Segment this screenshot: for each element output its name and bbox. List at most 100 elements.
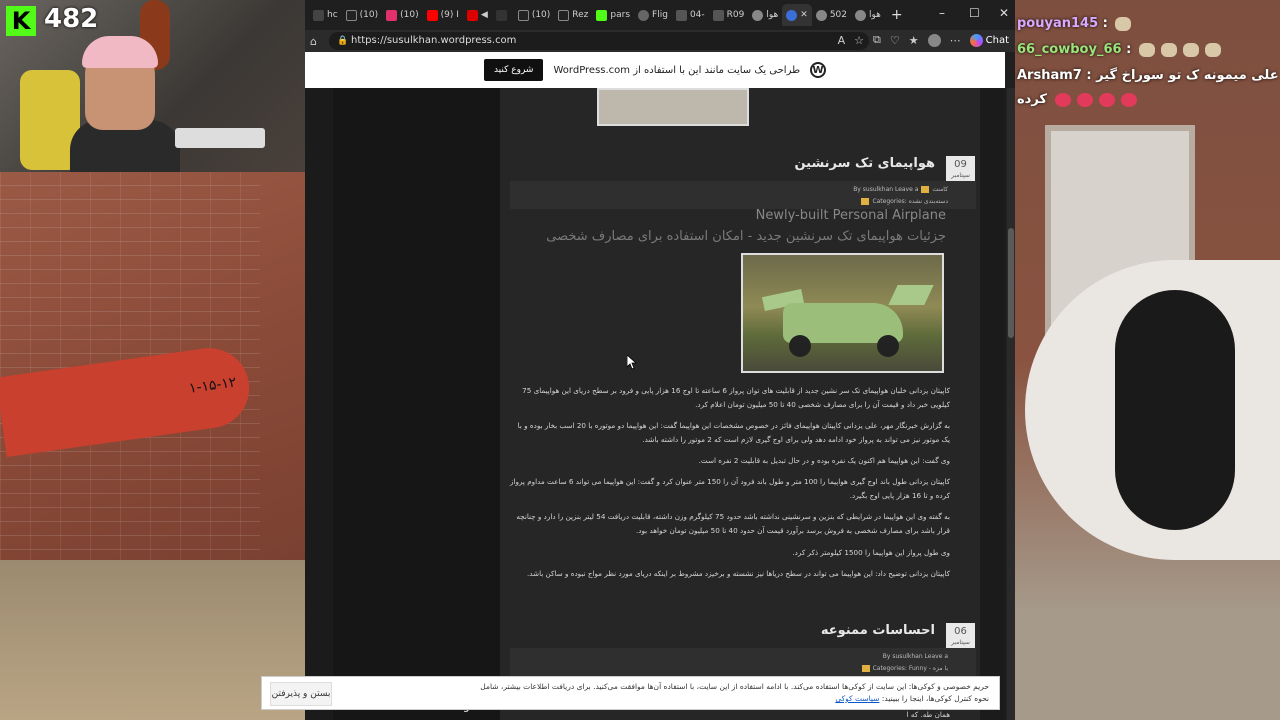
doc-icon [712,9,724,21]
page-scrollbar[interactable] [1007,88,1015,720]
viewer-count: 482 [44,4,99,34]
browser-tab[interactable]: 502 [812,4,851,26]
browser-tab[interactable]: 04- [672,4,709,26]
mouse-cursor-icon [627,355,637,370]
post-english-title: Newly-built Personal Airplane [755,208,946,223]
post-paragraph: کاپیتان یزدانی خلبان هواپیمای تک سر نشین… [522,386,950,409]
browser-tab-active[interactable]: ✕ [782,4,812,26]
more-menu-icon[interactable]: ⋯ [950,34,961,47]
cookie-message: حریم خصوصی و کوکی‌ها: این سایت از کوکی‌ه… [480,682,989,703]
instagram-icon [386,9,398,21]
close-and-accept-button[interactable]: بستن و پذیرفتن [270,682,332,706]
profile-avatar[interactable] [927,33,941,47]
chat-message: pouyan145 : [1017,16,1134,31]
url-input[interactable]: 🔒 https://susulkhan.wordpress.com [329,32,869,50]
youtube-icon [426,9,438,21]
blog-page: هواپیمای تک سرنشین 09 سپتامبر 10 کامنتBy… [305,88,1005,720]
post-paragraph: وی طول پرواز این هواپیما را 1500 کیلومتر… [792,548,950,557]
home-icon[interactable]: ⌂ [310,35,317,48]
youtube-icon [466,9,478,21]
airplane-car-photo[interactable] [741,253,944,373]
wordpress-logo-icon: W [810,62,827,78]
emote-icon [1204,42,1221,57]
close-tab-icon[interactable]: ✕ [800,10,808,20]
browser-tab[interactable]: (9) I [423,4,463,26]
category-link[interactable]: با مزه - Categories: Funny [873,665,948,672]
cookie-banner: حریم خصوصی و کوکی‌ها: این سایت از کوکی‌ه… [261,676,1000,710]
author-link[interactable]: By susulkhan Leave a [853,186,918,193]
ground [0,560,305,720]
x-icon [517,9,529,21]
date-month: سپتامبر [951,172,970,179]
chat-separator: : [1102,16,1108,31]
chat-label: Chat [985,34,1009,46]
copilot-chat-button[interactable]: Chat [969,33,1009,47]
favorite-star-icon[interactable]: ☆ [854,34,864,47]
maximize-button[interactable]: ☐ [969,6,980,20]
toolbar-actions: A ☆ ⧉ ♡ ★ ⋯ Chat [838,33,1009,47]
browser-tab[interactable]: R09 [709,4,749,26]
date-day: 09 [954,159,967,170]
post-paragraph: به گفته وی این هواپیما در شرایطی که بنزی… [516,512,950,535]
minimize-button[interactable]: – [939,6,945,20]
mute-icon [495,9,507,21]
previous-post-image [597,88,749,126]
photo-wheel [877,335,899,357]
extensions-icon[interactable]: ⧉ [873,33,881,47]
chat-message: Arsham7 : مثل علی میمونه ک تو سوراخ گیر [1017,68,1280,83]
tab-label: 04- [689,10,705,20]
close-window-button[interactable]: ✕ [999,6,1009,20]
copilot-icon [969,33,983,47]
globe-icon [855,9,866,21]
cookie-policy-link[interactable]: سیاست کوکی [835,694,879,703]
chat-message: کرده [1017,92,1140,107]
date-day: 06 [954,626,967,637]
post-title[interactable]: هواپیمای تک سرنشین [794,156,935,171]
comment-link[interactable]: کامنت [932,186,948,193]
webcam-overlay: K 482 [0,0,305,172]
emote-icon [1138,42,1155,57]
chat-message: 66_cowboy_66 : [1017,42,1224,57]
browser-tab[interactable] [492,4,514,26]
browser-tab[interactable]: pars [592,4,634,26]
emote-icon [1120,92,1137,107]
browser-tab[interactable]: Flig [634,4,672,26]
meta-category-line: دسته‌بندی نشده :Categories [510,196,948,208]
chat-username: 66_cowboy_66 [1017,42,1122,57]
get-started-button[interactable]: شروع کنید [483,59,544,81]
x-icon [558,9,570,21]
browser-tab[interactable]: ◀ [463,4,492,26]
kick-logo-icon [596,9,608,21]
author-link[interactable]: By susulkhan Leave a [883,653,948,660]
wordpress-icon [786,9,798,21]
helicopter-marking: ۱-۱۵-۱۲ [187,374,238,397]
tab-label: (10) [400,10,419,20]
category-link[interactable]: دسته‌بندی نشده :Categories [872,198,948,205]
tab-label: (10) [359,10,379,20]
tab-label: hc [327,10,338,20]
address-bar-row: ⌂ 🔒 https://susulkhan.wordpress.com A ☆ … [305,30,1015,52]
new-tab-button[interactable]: + [891,7,903,23]
browser-tab[interactable]: (10) [382,4,422,26]
emote-icon [1182,42,1199,57]
photo-tail [888,285,934,305]
streamer-cap [82,36,158,68]
tab-bar: hc (10) (10) (9) I ◀ (10) Rez pars Flig … [305,0,1015,30]
browser-tab[interactable]: هوا [851,4,885,26]
lock-icon: 🔒 [337,36,349,46]
x-icon [345,9,357,21]
browser-tab[interactable]: hc [309,4,342,26]
scrollbar-thumb[interactable] [1008,228,1014,338]
post-title[interactable]: احساسات ممنوعه [821,623,935,638]
browser-tab[interactable]: (10) [342,4,382,26]
read-aloud-icon[interactable]: A [838,34,846,47]
browser-essentials-icon[interactable]: ♡ [890,34,900,47]
post-subtitle: جزئیات هواپیمای تک سرنشین جدید - امکان ا… [546,229,946,244]
plane-nose-stripe [1115,290,1235,530]
favorites-icon[interactable]: ★ [909,34,919,47]
browser-tab[interactable]: (10) [514,4,554,26]
chat-separator: : [1126,42,1132,57]
browser-tab[interactable]: هوا [748,4,782,26]
browser-tab[interactable]: Rez [554,4,592,26]
emote-icon [1098,92,1115,107]
